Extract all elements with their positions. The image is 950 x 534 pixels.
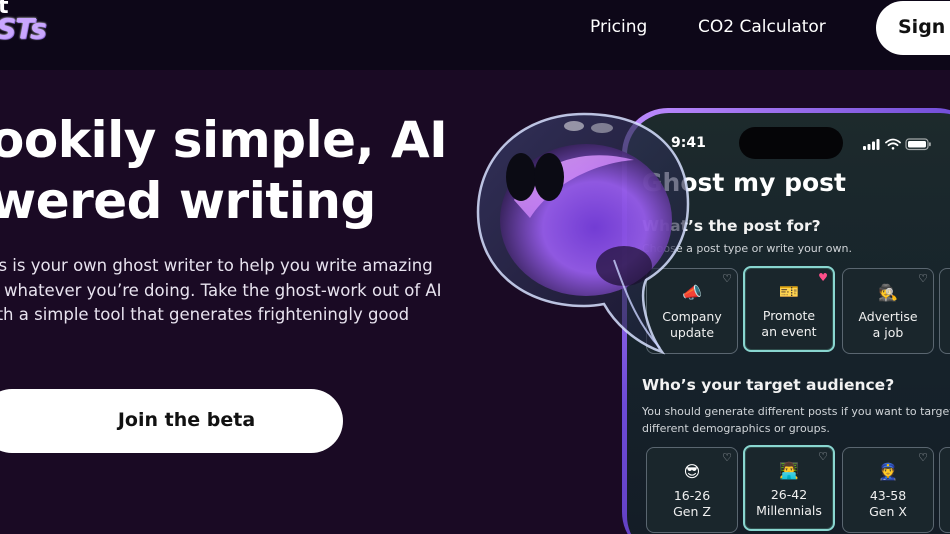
card-label: Promote an event — [745, 308, 833, 340]
battery-icon — [905, 138, 931, 151]
sign-in-button[interactable]: Sign In — [876, 1, 950, 55]
wifi-icon — [885, 138, 901, 150]
hero-description-line-2: r whatever you’re doing. Take the ghost-… — [0, 280, 442, 300]
ghost-mascot-illustration — [476, 112, 690, 355]
card-label: 16-26 Gen Z — [647, 488, 737, 520]
audience-card-partial[interactable] — [939, 447, 950, 533]
target-audience-subtitle: You should generate different posts if y… — [642, 405, 950, 435]
technologist-icon: 👨‍💻 — [779, 461, 799, 480]
top-nav-bar: t STs Pricing CO2 Calculator Sign In — [0, 0, 950, 70]
ghost-left-eye — [506, 153, 536, 201]
post-type-card-advertise-job[interactable]: ♡ 🕵️ Advertise a job — [842, 268, 934, 354]
ghost-gloss-2 — [591, 123, 613, 133]
card-label-line-1: Promote — [762, 308, 816, 323]
ghost-gloss-1 — [564, 121, 584, 131]
target-audience-heading: Who’s your target audience? — [642, 376, 895, 394]
nav-link-co2-calculator[interactable]: CO2 Calculator — [698, 17, 826, 37]
card-label-line-1: Advertise — [858, 309, 918, 324]
hero-heading: ookily simple, AI wered writing — [0, 110, 448, 232]
sunglasses-face-icon: 😎 — [683, 462, 701, 481]
audience-card-gen-z[interactable]: ♡ 😎 16-26 Gen Z — [646, 447, 738, 533]
status-bar-icons — [863, 138, 931, 151]
hero-description-line-1: ts is your own ghost writer to help you … — [0, 256, 433, 275]
card-label: 43-58 Gen X — [843, 488, 933, 520]
card-label: 26-42 Millennials — [745, 487, 833, 519]
ghost-shadow-spot — [596, 246, 652, 286]
hero-description: ts is your own ghost writer to help you … — [0, 254, 442, 328]
audience-card-gen-x[interactable]: ♡ 👮 43-58 Gen X — [842, 447, 934, 533]
join-beta-button[interactable]: Join the beta — [0, 389, 343, 453]
nav-link-pricing[interactable]: Pricing — [590, 17, 647, 37]
officer-icon: 👮 — [878, 462, 898, 481]
hero-description-line-3: ith a simple tool that generates frighte… — [0, 305, 410, 324]
card-label-line-2: an event — [761, 324, 817, 339]
brand-logo[interactable]: t STs — [0, 0, 60, 56]
card-label-line-1: 26-42 — [770, 487, 808, 502]
hero-heading-line-1: ookily simple, AI — [0, 111, 448, 169]
ticket-icon: 🎫 — [779, 282, 799, 301]
card-label-line-2: Gen X — [869, 504, 907, 519]
card-label-line-2: Gen Z — [673, 504, 711, 519]
dynamic-island — [739, 127, 843, 159]
card-label: Advertise a job — [843, 309, 933, 341]
card-label-line-2: Millennials — [756, 503, 822, 518]
card-label-line-1: 43-58 — [869, 488, 907, 503]
logo-text-bottom: STs — [0, 12, 47, 45]
post-type-card-partial[interactable] — [939, 268, 950, 354]
post-type-card-promote-event[interactable]: ♥ 🎫 Promote an event — [743, 266, 835, 352]
audience-card-millennials[interactable]: ♡ 👨‍💻 26-42 Millennials — [743, 445, 835, 531]
ghost-right-eye — [534, 153, 564, 201]
card-label-line-1: 16-26 — [673, 488, 711, 503]
card-label-line-2: a job — [872, 325, 904, 340]
detective-icon: 🕵️ — [878, 283, 898, 302]
hero-heading-line-2: wered writing — [0, 172, 376, 230]
signal-icon — [863, 139, 880, 150]
